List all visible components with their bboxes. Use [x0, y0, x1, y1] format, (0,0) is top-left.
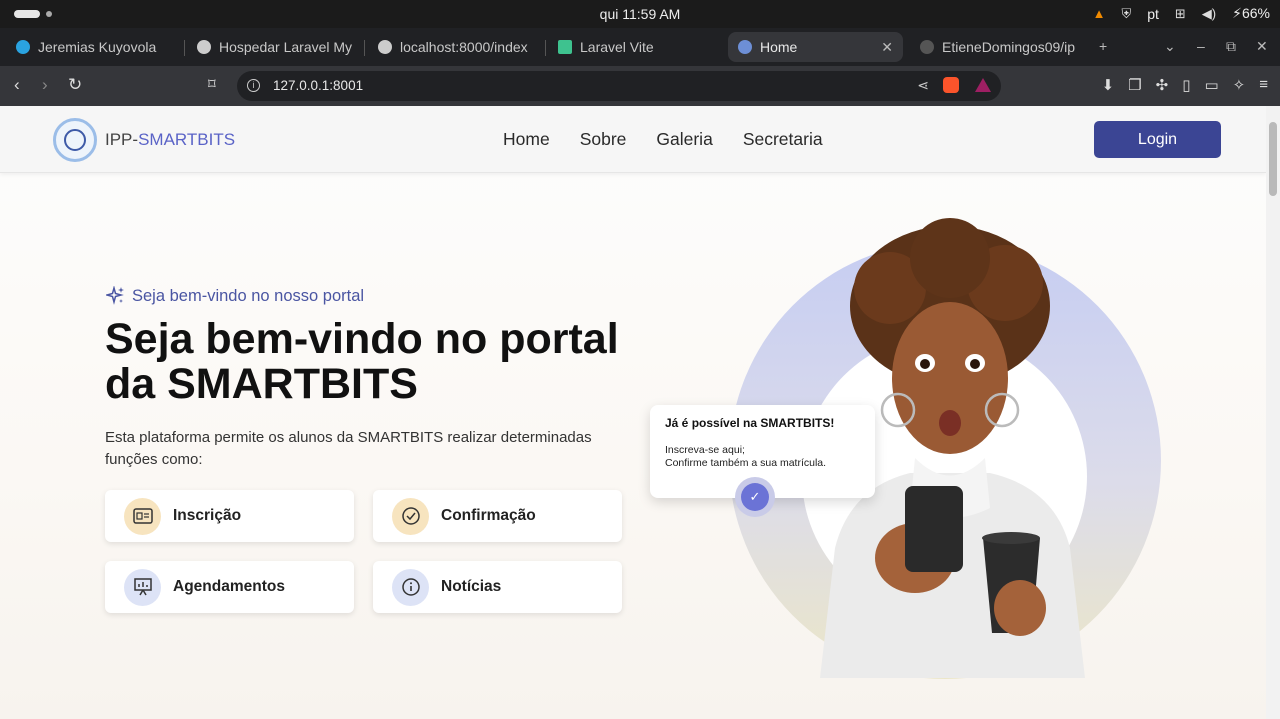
back-icon[interactable]: ‹ [14, 75, 20, 95]
volume-icon[interactable]: ◀) [1202, 6, 1216, 22]
leo-ai-icon[interactable]: ✧ [1233, 76, 1246, 94]
tab-separator [364, 40, 365, 56]
main-nav: Home Sobre Galeria Secretaria [503, 129, 823, 150]
brand-prefix: IPP- [105, 130, 139, 149]
scrollbar-thumb[interactable] [1269, 122, 1277, 196]
card-label: Agendamentos [173, 578, 285, 595]
clipboard-icon[interactable]: ❐ [1128, 76, 1141, 94]
github-icon [920, 40, 934, 54]
download-icon[interactable]: ⬇ [1102, 76, 1115, 94]
telegram-icon [16, 40, 30, 54]
card-label: Confirmação [441, 507, 536, 524]
system-clock[interactable]: qui 11:59 AM [0, 6, 1280, 22]
id-card-icon [124, 497, 161, 535]
tab-separator [545, 40, 546, 56]
nav-link-galeria[interactable]: Galeria [656, 129, 712, 150]
sparkles-icon [106, 286, 124, 305]
brave-rewards-icon[interactable] [975, 78, 991, 92]
reload-icon[interactable]: ↻ [68, 75, 82, 95]
globe-icon [378, 40, 392, 54]
site-favicon-icon [738, 40, 752, 54]
tab-label: Hospedar Laravel My [219, 39, 353, 55]
card-confirmacao[interactable]: Confirmação [373, 490, 622, 542]
card-label: Notícias [441, 578, 502, 595]
browser-tab[interactable]: Jeremias Kuyovola [6, 32, 181, 62]
tab-separator [184, 40, 185, 56]
browser-tab[interactable]: localhost:8000/index [368, 32, 540, 62]
battery-percent: 66% [1241, 5, 1270, 21]
sidebar-icon[interactable]: ▯ [1182, 76, 1190, 94]
card-label: Inscrição [173, 507, 242, 524]
vlc-icon[interactable]: ▲ [1093, 6, 1106, 21]
address-bar[interactable]: i 127.0.0.1:8001 ⋖ [237, 71, 1001, 101]
smartbits-logo[interactable] [53, 118, 97, 162]
close-tab-icon[interactable]: ✕ [881, 39, 893, 56]
logo-emblem-icon [64, 129, 86, 151]
eyebrow-text: Seja bem-vindo no nosso portal [132, 286, 365, 305]
nav-link-home[interactable]: Home [503, 129, 550, 150]
globe-icon [197, 40, 211, 54]
tab-label: Home [760, 39, 798, 55]
tab-label: Jeremias Kuyovola [38, 39, 157, 55]
hero-description: Esta plataforma permite os alunos da SMA… [105, 429, 592, 468]
login-button[interactable]: Login [1094, 121, 1221, 158]
battery-indicator[interactable]: ⚡66% [1232, 5, 1270, 22]
bookmark-icon[interactable]: ⌑ [208, 75, 216, 93]
tab-label: Laravel Vite [580, 39, 654, 55]
popup-title: Já é possível na SMARTBITS! [665, 416, 835, 430]
site-info-icon[interactable]: i [247, 79, 260, 92]
brand-accent: SMARTBITS [138, 130, 236, 149]
page-scrollbar[interactable] [1266, 106, 1280, 719]
shield-icon[interactable]: ⛨ [1121, 6, 1131, 22]
battery-icon: ⚡ [1232, 5, 1242, 21]
forward-icon[interactable]: › [42, 75, 48, 95]
restore-window-icon[interactable]: ⧉ [1226, 38, 1236, 55]
share-icon[interactable]: ⋖ [917, 77, 929, 94]
popup-line: Inscreva-se aqui; [665, 444, 745, 456]
popup-check-badge: ✓ [735, 477, 775, 517]
menu-icon[interactable]: ≡ [1259, 76, 1268, 94]
browser-tab[interactable]: EtieneDomingos09/ip [910, 32, 1082, 62]
brave-shields-icon[interactable] [943, 77, 959, 93]
tab-search-chevron-icon[interactable]: ⌄ [1164, 38, 1176, 55]
info-icon [392, 568, 429, 606]
card-agendamentos[interactable]: Agendamentos [105, 561, 354, 613]
promo-popup[interactable]: Já é possível na SMARTBITS! Inscreva-se … [650, 405, 875, 517]
keyboard-language[interactable]: pt [1147, 6, 1159, 22]
browser-tab[interactable]: Laravel Vite [548, 32, 720, 62]
nav-link-secretaria[interactable]: Secretaria [743, 129, 823, 150]
hero-title: Seja bem-vindo no portal da SMARTBITS [105, 315, 619, 408]
os-top-bar: qui 11:59 AM ▲ ⛨ pt ⊞ ◀) ⚡66% [0, 0, 1280, 28]
checkmark-icon: ✓ [741, 483, 769, 511]
url-text[interactable]: 127.0.0.1:8001 [273, 78, 363, 93]
brand-name[interactable]: IPP-SMARTBITS [105, 130, 235, 150]
minimize-window-icon[interactable]: – [1197, 38, 1205, 54]
tab-label: localhost:8000/index [400, 39, 528, 55]
wallet-icon[interactable]: ▭ [1204, 76, 1218, 94]
browser-tab-active[interactable]: Home ✕ [728, 32, 903, 62]
toolbar-actions: ⬇ ❐ ✣ ▯ ▭ ✧ ≡ [1102, 76, 1268, 94]
nav-link-sobre[interactable]: Sobre [580, 129, 627, 150]
check-circle-icon [392, 497, 429, 535]
new-tab-icon[interactable]: + [1099, 38, 1107, 54]
browser-tab[interactable]: Hospedar Laravel My [187, 32, 359, 62]
browser-tab-strip: Jeremias Kuyovola Hospedar Laravel My lo… [0, 28, 1280, 66]
site-header: IPP-SMARTBITS Home Sobre Galeria Secreta… [0, 106, 1266, 173]
tab-label: EtieneDomingos09/ip [942, 39, 1076, 55]
presentation-icon [124, 568, 161, 606]
browser-toolbar: ‹ › ↻ ⌑ i 127.0.0.1:8001 ⋖ ⬇ ❐ ✣ ▯ ▭ ✧ ≡ [0, 66, 1280, 106]
hero-eyebrow: Seja bem-vindo no nosso portal [106, 286, 364, 306]
extensions-icon[interactable]: ✣ [1156, 76, 1169, 94]
vue-icon [558, 40, 572, 54]
system-tray: ▲ ⛨ pt ⊞ ◀) ⚡66% [1093, 5, 1270, 22]
card-noticias[interactable]: Notícias [373, 561, 622, 613]
close-window-icon[interactable]: ✕ [1256, 38, 1268, 55]
web-page: IPP-SMARTBITS Home Sobre Galeria Secreta… [0, 106, 1266, 719]
card-inscricao[interactable]: Inscrição [105, 490, 354, 542]
popup-line: Confirme também a sua matrícula. [665, 457, 827, 469]
network-icon[interactable]: ⊞ [1175, 6, 1186, 22]
